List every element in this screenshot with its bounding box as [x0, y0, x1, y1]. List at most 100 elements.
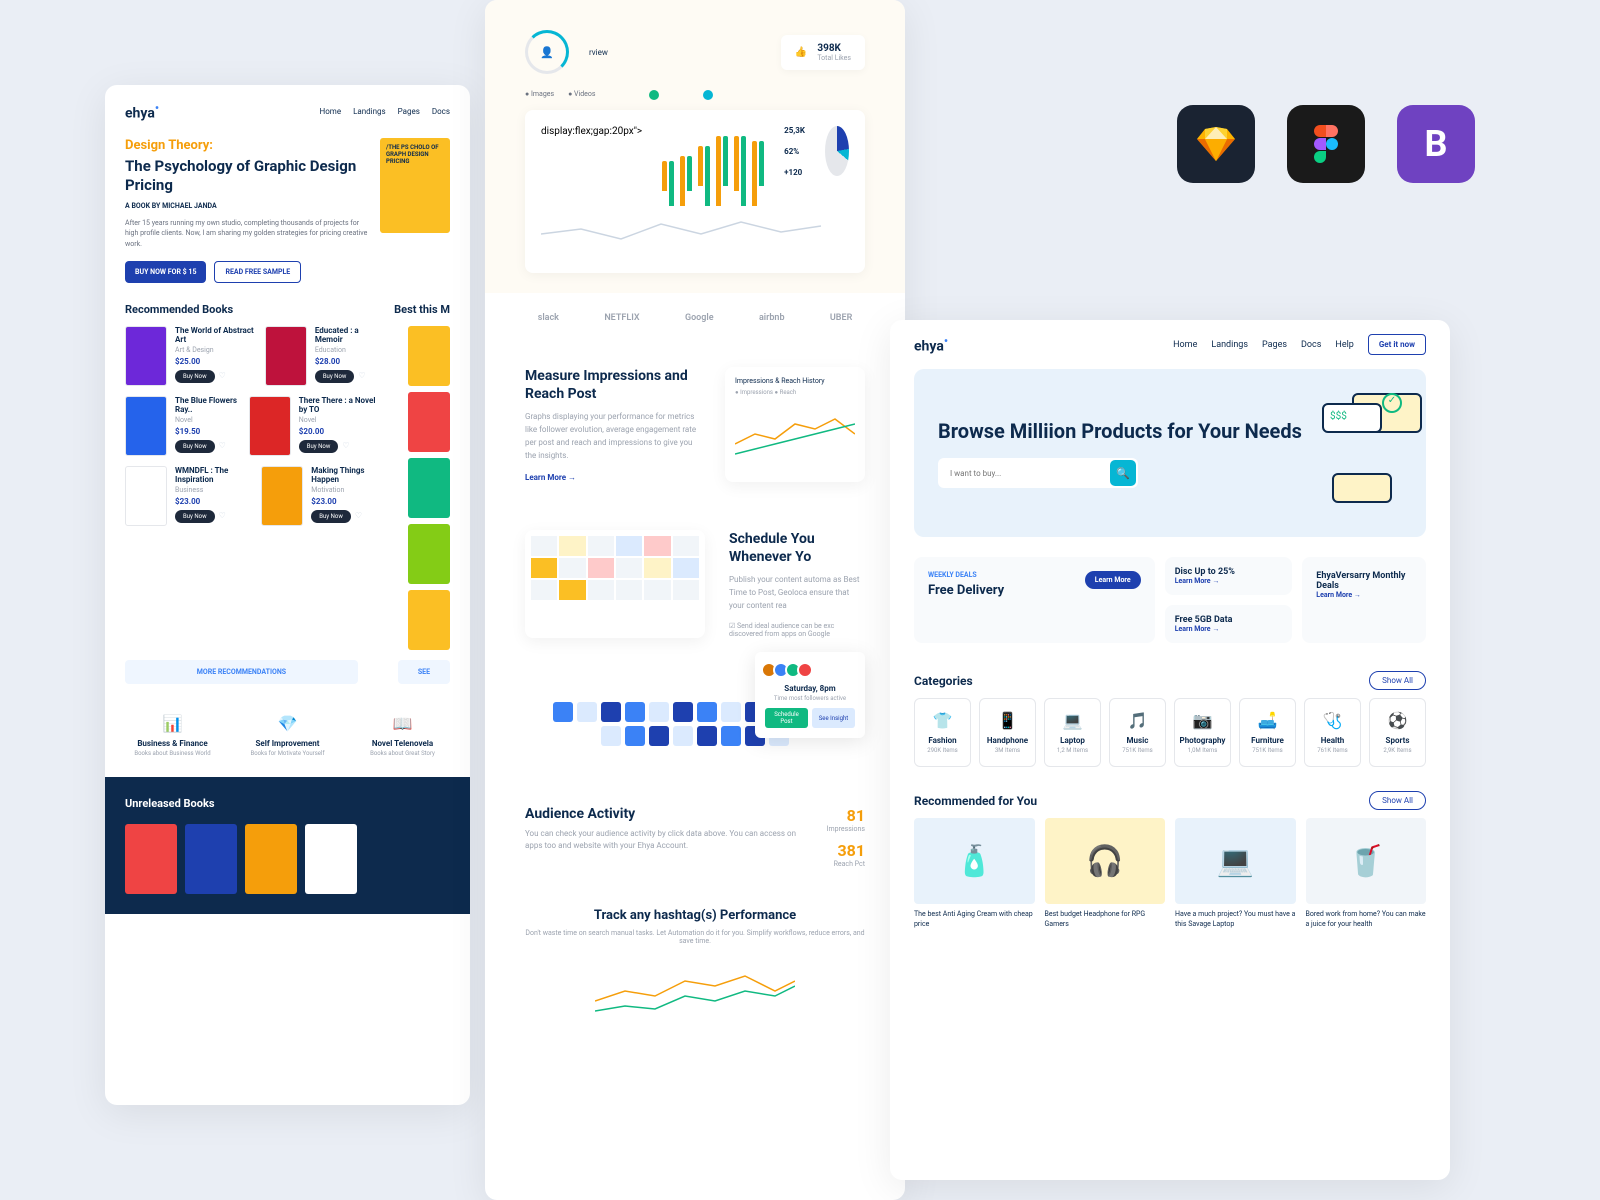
tab-videos[interactable]: ● Videos [568, 90, 595, 100]
book-cover[interactable] [408, 524, 450, 584]
book-cover[interactable] [408, 458, 450, 518]
category-card[interactable]: 🩺Health761K Items [1304, 698, 1361, 767]
deals-row: WEEKLY DEALS Free Delivery Learn More Di… [890, 537, 1450, 663]
nav-pages[interactable]: Pages [398, 107, 420, 116]
see-insight-button[interactable]: See Insight [812, 708, 855, 728]
hero-subtitle: A BOOK BY MICHAEL JANDA [125, 202, 368, 210]
logo[interactable]: ehya• [914, 334, 948, 355]
category-card[interactable]: 👕Fashion290K Items [914, 698, 971, 767]
recommended-title: Recommended Books [105, 283, 253, 326]
nav-docs[interactable]: Docs [1301, 340, 1321, 350]
buy-button[interactable]: Buy Now [299, 440, 339, 453]
logo[interactable]: ehya• [125, 101, 159, 122]
deal-discount[interactable]: Disc Up to 25%Learn More → [1165, 557, 1293, 595]
category-item[interactable]: 📖Novel TelenovelaBooks about Great Story [355, 714, 450, 757]
see-button[interactable]: SEE [398, 660, 450, 684]
deal-monthly[interactable]: EhyaVersarry Monthly Deals Learn More → [1302, 557, 1426, 643]
feature-impressions: Measure Impressions and Reach Post Graph… [485, 343, 905, 506]
heart-icon[interactable]: ♡ [219, 371, 226, 380]
buy-button[interactable]: Buy Now [175, 510, 215, 523]
buy-button[interactable]: Buy Now [315, 370, 355, 383]
more-button[interactable]: MORE RECOMMENDATIONS [125, 660, 358, 684]
category-card[interactable]: 🎵Music751K Items [1109, 698, 1166, 767]
tab-images[interactable]: ● Images [525, 90, 554, 100]
category-item[interactable]: 📊Business & FinanceBooks about Business … [125, 714, 220, 757]
nav-docs[interactable]: Docs [432, 107, 450, 116]
nav-help[interactable]: Help [1335, 340, 1353, 350]
nav-home[interactable]: Home [1173, 340, 1197, 350]
product-card[interactable]: 🧴The best Anti Aging Cream with cheap pr… [914, 818, 1035, 930]
ecommerce-hero: Browse Milliion Products for Your Needs … [914, 369, 1426, 537]
unreleased-section: Unreleased Books [105, 777, 470, 914]
nav-pages[interactable]: Pages [1262, 340, 1287, 350]
buy-button[interactable]: Buy Now [175, 370, 215, 383]
book-item[interactable]: Educated : a MemoirEducation$28.00Buy No… [265, 326, 378, 386]
hero-desc: After 15 years running my own studio, co… [125, 218, 368, 250]
book-item[interactable]: The World of Abstract ArtArt & Design$25… [125, 326, 255, 386]
book-item[interactable]: The Blue Flowers Ray..Novel$19.50Buy Now… [125, 396, 239, 456]
sample-button[interactable]: READ FREE SAMPLE [214, 261, 301, 283]
calendar-grid [525, 530, 705, 639]
search-button[interactable]: 🔍 [1110, 460, 1136, 486]
nav-landings[interactable]: Landings [1211, 340, 1248, 350]
nav-items: Home Landings Pages Docs [320, 107, 450, 116]
search-bar: 🔍 [938, 458, 1138, 488]
book-item[interactable]: WMNDFL : The InspirationBusiness$23.00Bu… [125, 466, 251, 526]
buy-button[interactable]: Buy Now [311, 510, 351, 523]
deal-data[interactable]: Free 5GB DataLearn More → [1165, 605, 1293, 643]
impressions-chart: Impressions & Reach History ● Impression… [725, 367, 865, 482]
bootstrap-icon: B [1397, 105, 1475, 183]
categories-grid: 👕Fashion290K Items📱Handphone3M Items💻Lap… [890, 698, 1450, 767]
heart-icon[interactable]: ♡ [358, 371, 365, 380]
figma-icon [1287, 105, 1365, 183]
show-all-button[interactable]: Show All [1369, 671, 1426, 690]
book-item[interactable]: There There : a Novel by TONovel$20.00Bu… [249, 396, 378, 456]
heart-icon[interactable]: ♡ [342, 441, 349, 450]
unreleased-title: Unreleased Books [125, 797, 450, 810]
heart-icon[interactable]: ♡ [219, 441, 226, 450]
category-card[interactable]: 📱Handphone3M Items [979, 698, 1036, 767]
products-grid: 🧴The best Anti Aging Cream with cheap pr… [890, 818, 1450, 930]
bookstore-card: ehya• Home Landings Pages Docs Design Th… [105, 85, 470, 1105]
bar-chart-panel: display:flex;gap:20px"> 25,3K 62% +120 [525, 110, 865, 273]
sketch-icon [1177, 105, 1255, 183]
heart-icon[interactable]: ♡ [219, 511, 226, 520]
ecommerce-card: ehya• Home Landings Pages Docs Help Get … [890, 320, 1450, 1180]
nav-home[interactable]: Home [320, 107, 342, 116]
get-it-button[interactable]: Get it now [1368, 334, 1426, 355]
category-item[interactable]: 💎Self ImprovementBooks for Motivate Your… [240, 714, 335, 757]
deal-free-delivery[interactable]: WEEKLY DEALS Free Delivery Learn More [914, 557, 1155, 643]
book-cover[interactable] [408, 392, 450, 452]
hashtag-section: Track any hashtag(s) Performance Don't w… [485, 888, 905, 1044]
schedule-post-button[interactable]: Schedule Post [765, 708, 808, 728]
category-card[interactable]: ⚽Sports2,9K Items [1369, 698, 1426, 767]
bookstore-hero: Design Theory: The Psychology of Graphic… [105, 138, 470, 284]
product-card[interactable]: 🥤Bored work from home? You can make a ju… [1306, 818, 1427, 930]
search-input[interactable] [950, 469, 1110, 478]
book-cover[interactable] [305, 824, 357, 894]
hero-title: Browse Milliion Products for Your Needs [938, 418, 1302, 444]
buy-button[interactable]: Buy Now [175, 440, 215, 453]
category-card[interactable]: 🛋️Furniture751K Items [1239, 698, 1296, 767]
show-all-button[interactable]: Show All [1369, 791, 1426, 810]
category-card[interactable]: 💻Laptop1,2 M Items [1044, 698, 1101, 767]
book-cover[interactable] [185, 824, 237, 894]
category-card[interactable]: 📷Photography1,0M Items [1174, 698, 1231, 767]
sparkline [541, 214, 849, 254]
book-categories: 📊Business & FinanceBooks about Business … [105, 694, 470, 777]
learn-more-link[interactable]: Learn More → [525, 473, 701, 482]
learn-more-button[interactable]: Learn More [1085, 571, 1141, 589]
product-card[interactable]: 💻Have a much project? You must have a th… [1175, 818, 1296, 930]
categories-title: Categories [914, 674, 973, 688]
book-cover[interactable] [125, 824, 177, 894]
buy-button[interactable]: BUY NOW FOR $ 15 [125, 261, 206, 283]
nav-landings[interactable]: Landings [353, 107, 386, 116]
book-cover[interactable] [245, 824, 297, 894]
book-cover[interactable] [408, 590, 450, 650]
heart-icon[interactable]: ♡ [355, 511, 362, 520]
feature-schedule: Schedule You Whenever Yo Publish your co… [485, 506, 905, 663]
book-item[interactable]: Making Things HappenMotivation$23.00Buy … [261, 466, 378, 526]
product-card[interactable]: 🎧Best budget Headphone for RPG Gamers [1045, 818, 1166, 930]
pie-chart [825, 126, 849, 176]
book-cover[interactable] [408, 326, 450, 386]
